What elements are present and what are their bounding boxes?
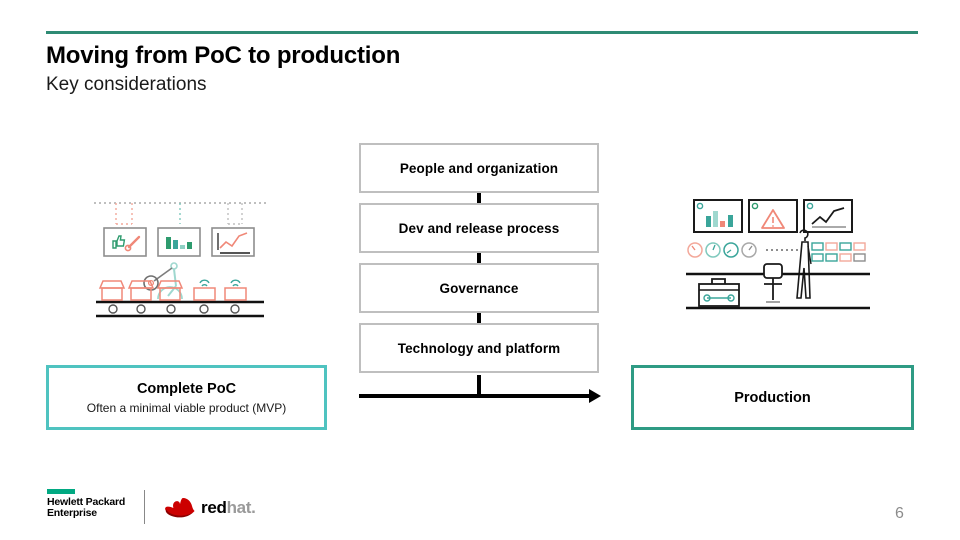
panel-bar-chart <box>157 227 201 257</box>
redhat-word-red: red <box>201 498 227 517</box>
dotted-network-line <box>94 202 266 225</box>
redhat-wordmark: redhat. <box>201 498 256 518</box>
flow-box-governance[interactable]: Governance <box>359 263 599 313</box>
logo-divider <box>144 490 145 524</box>
closed-boxes-with-signal <box>193 279 247 301</box>
header-accent-rule <box>46 31 918 34</box>
redhat-word-period: . <box>251 498 256 517</box>
monitor-bar-chart <box>693 199 743 233</box>
monitor-warning-triangle <box>748 199 798 233</box>
redhat-fedora-icon <box>165 498 195 518</box>
hpe-logo: Hewlett Packard Enterprise <box>47 489 137 525</box>
flow-box-label: Governance <box>439 280 519 296</box>
workstation-monitor <box>763 263 783 303</box>
flow-box-label: Dev and release process <box>398 220 560 236</box>
flow-box-dev-and-release-process[interactable]: Dev and release process <box>359 203 599 253</box>
flow-box-label: Technology and platform <box>397 340 561 356</box>
stage-title: Complete PoC <box>136 380 237 397</box>
gauge-dials <box>687 242 757 258</box>
stage-subtitle: Often a minimal viable product (MVP) <box>86 400 287 415</box>
redhat-logo: redhat. <box>163 496 273 522</box>
page-title: Moving from PoC to production <box>46 42 401 69</box>
status-tile-grid <box>811 242 866 262</box>
flow-box-people-and-organization[interactable]: People and organization <box>359 143 599 193</box>
slide-canvas: Moving from PoC to production Key consid… <box>0 0 960 540</box>
monitor-line-chart <box>803 199 853 233</box>
poc-factory-illustration <box>92 196 268 324</box>
toolbox <box>698 278 740 307</box>
flow-box-technology-and-platform[interactable]: Technology and platform <box>359 323 599 373</box>
operator-person <box>796 229 812 299</box>
flow-box-label: People and organization <box>399 160 559 176</box>
production-operations-illustration <box>686 196 870 320</box>
progress-arrow-line <box>359 394 591 398</box>
hpe-dash-icon <box>47 489 75 494</box>
open-boxes <box>98 280 184 301</box>
page-number: 6 <box>895 505 904 522</box>
conveyor-belt <box>96 300 264 318</box>
panel-thumbs-up-wrench <box>103 227 147 257</box>
page-subtitle: Key considerations <box>46 74 207 95</box>
hpe-wordmark: Hewlett Packard Enterprise <box>47 496 126 519</box>
stage-box-production[interactable]: Production <box>631 365 914 430</box>
redhat-word-hat: hat <box>226 498 252 517</box>
progress-arrow-head-icon <box>589 389 601 403</box>
flow-connector <box>359 253 599 263</box>
panel-line-chart <box>211 227 255 257</box>
flow-connector <box>359 313 599 323</box>
flow-connector <box>359 193 599 203</box>
stage-title: Production <box>734 389 811 406</box>
stage-box-complete-poc[interactable]: Complete PoC Often a minimal viable prod… <box>46 365 327 430</box>
considerations-flow-stack: People and organization Dev and release … <box>359 143 599 373</box>
